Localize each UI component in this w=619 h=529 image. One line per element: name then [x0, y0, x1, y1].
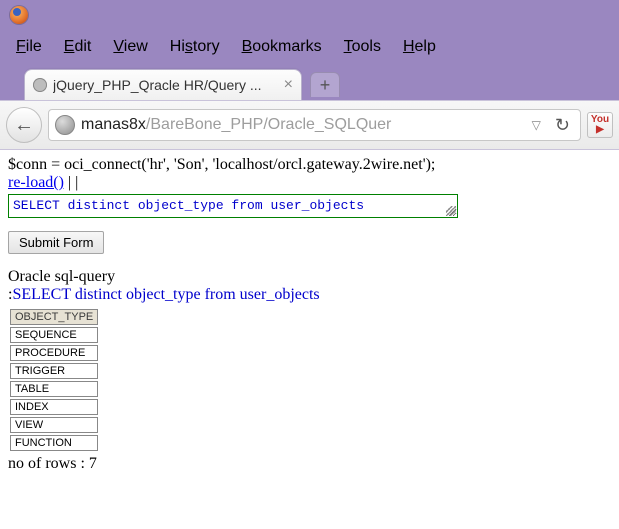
- titlebar: [0, 0, 619, 30]
- page-content: $conn = oci_connect('hr', 'Son', 'localh…: [0, 150, 619, 473]
- cell-object-type: PROCEDURE: [10, 345, 98, 361]
- table-row: INDEX: [10, 399, 98, 415]
- tab-favicon-icon: [33, 78, 47, 92]
- reload-link[interactable]: re-load(): [8, 174, 64, 191]
- table-header-row: OBJECT_TYPE: [10, 309, 98, 325]
- menu-bookmarks[interactable]: Bookmarks: [234, 36, 330, 58]
- url-dropdown-icon[interactable]: ▽: [528, 118, 545, 132]
- nav-toolbar: ← manas8x/BareBone_PHP/Oracle_SQLQuer ▽ …: [0, 100, 619, 150]
- url-path: /BareBone_PHP/Oracle_SQLQuer: [146, 116, 391, 133]
- arrow-left-icon: ←: [14, 114, 34, 137]
- column-header-object-type: OBJECT_TYPE: [10, 309, 98, 325]
- menu-history[interactable]: History: [162, 36, 228, 58]
- toolbar-extension-icon[interactable]: You▶: [587, 112, 613, 138]
- plus-icon: +: [320, 75, 331, 96]
- new-tab-button[interactable]: +: [310, 72, 340, 97]
- row-count-value: 7: [89, 455, 97, 472]
- table-row: PROCEDURE: [10, 345, 98, 361]
- menu-tools[interactable]: Tools: [336, 36, 389, 58]
- row-count-label: no of rows :: [8, 455, 89, 472]
- reload-line: re-load() | |: [8, 174, 611, 192]
- menubar: File Edit View History Bookmarks Tools H…: [0, 30, 619, 64]
- table-row: TRIGGER: [10, 363, 98, 379]
- echo-sql-text: SELECT distinct object_type from user_ob…: [12, 286, 319, 303]
- result-heading: Oracle sql-query: [8, 268, 611, 286]
- cell-object-type: VIEW: [10, 417, 98, 433]
- tab-close-icon[interactable]: ×: [276, 76, 293, 94]
- cell-object-type: TABLE: [10, 381, 98, 397]
- url-text: manas8x/BareBone_PHP/Oracle_SQLQuer: [81, 116, 522, 134]
- cell-object-type: FUNCTION: [10, 435, 98, 451]
- firefox-icon: [10, 6, 28, 24]
- tab-title: jQuery_PHP_Qracle HR/Query ...: [53, 77, 276, 93]
- table-row: TABLE: [10, 381, 98, 397]
- url-bar[interactable]: manas8x/BareBone_PHP/Oracle_SQLQuer ▽ ↻: [48, 109, 581, 141]
- menu-view[interactable]: View: [105, 36, 155, 58]
- row-count: no of rows : 7: [8, 455, 611, 473]
- tab-active[interactable]: jQuery_PHP_Qracle HR/Query ... ×: [24, 69, 302, 100]
- table-row: SEQUENCE: [10, 327, 98, 343]
- cell-object-type: TRIGGER: [10, 363, 98, 379]
- reload-link-suffix: | |: [64, 174, 78, 191]
- connection-line: $conn = oci_connect('hr', 'Son', 'localh…: [8, 156, 611, 174]
- echoed-sql: :SELECT distinct object_type from user_o…: [8, 286, 611, 304]
- table-row: FUNCTION: [10, 435, 98, 451]
- cell-object-type: INDEX: [10, 399, 98, 415]
- menu-file[interactable]: File: [8, 36, 50, 58]
- sql-query-input[interactable]: [8, 194, 458, 218]
- youtube-icon: You▶: [591, 115, 609, 135]
- cell-object-type: SEQUENCE: [10, 327, 98, 343]
- table-row: VIEW: [10, 417, 98, 433]
- globe-icon: [55, 115, 75, 135]
- result-table: OBJECT_TYPE SEQUENCE PROCEDURE TRIGGER T…: [8, 307, 100, 453]
- reload-button[interactable]: ↻: [551, 115, 574, 136]
- tab-strip: jQuery_PHP_Qracle HR/Query ... × +: [0, 64, 619, 100]
- back-button[interactable]: ←: [6, 107, 42, 143]
- menu-edit[interactable]: Edit: [56, 36, 100, 58]
- menu-help[interactable]: Help: [395, 36, 444, 58]
- url-host: manas8x: [81, 116, 146, 133]
- submit-button[interactable]: Submit Form: [8, 231, 104, 254]
